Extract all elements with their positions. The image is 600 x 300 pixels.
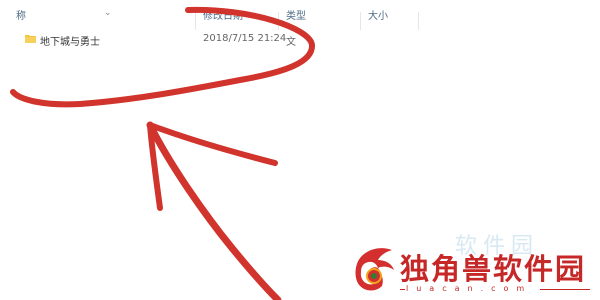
watermark-rule — [540, 289, 590, 290]
column-divider[interactable] — [278, 12, 279, 30]
watermark-rule — [400, 289, 405, 290]
column-header-type[interactable]: 类型 — [286, 10, 306, 24]
file-type: 文 — [286, 37, 296, 48]
column-divider[interactable] — [195, 12, 196, 30]
folder-icon — [25, 35, 36, 43]
watermark-title: 独角兽软件园 — [400, 252, 587, 286]
sort-chevron-icon[interactable]: ⌄ — [104, 8, 112, 18]
watermark-url: luacan.com — [406, 284, 533, 293]
column-divider[interactable] — [418, 12, 419, 30]
unicorn-logo-icon — [355, 248, 394, 291]
file-name: 地下城与勇士 — [40, 37, 100, 48]
file-modified-date: 2018/7/15 21:24 — [203, 33, 287, 44]
column-header-date[interactable]: 修改日期 — [203, 10, 243, 24]
column-header-size[interactable]: 大小 — [368, 10, 388, 24]
watermark-logo: 独角兽软件园 luacan.com — [350, 240, 600, 300]
column-header-name[interactable]: 称 — [16, 10, 26, 24]
column-header-row: 称 ⌄ 修改日期 类型 大小 — [0, 6, 600, 30]
file-row[interactable]: 地下城与勇士 2018/7/15 21:24 文 — [0, 30, 600, 50]
column-divider[interactable] — [360, 12, 361, 30]
